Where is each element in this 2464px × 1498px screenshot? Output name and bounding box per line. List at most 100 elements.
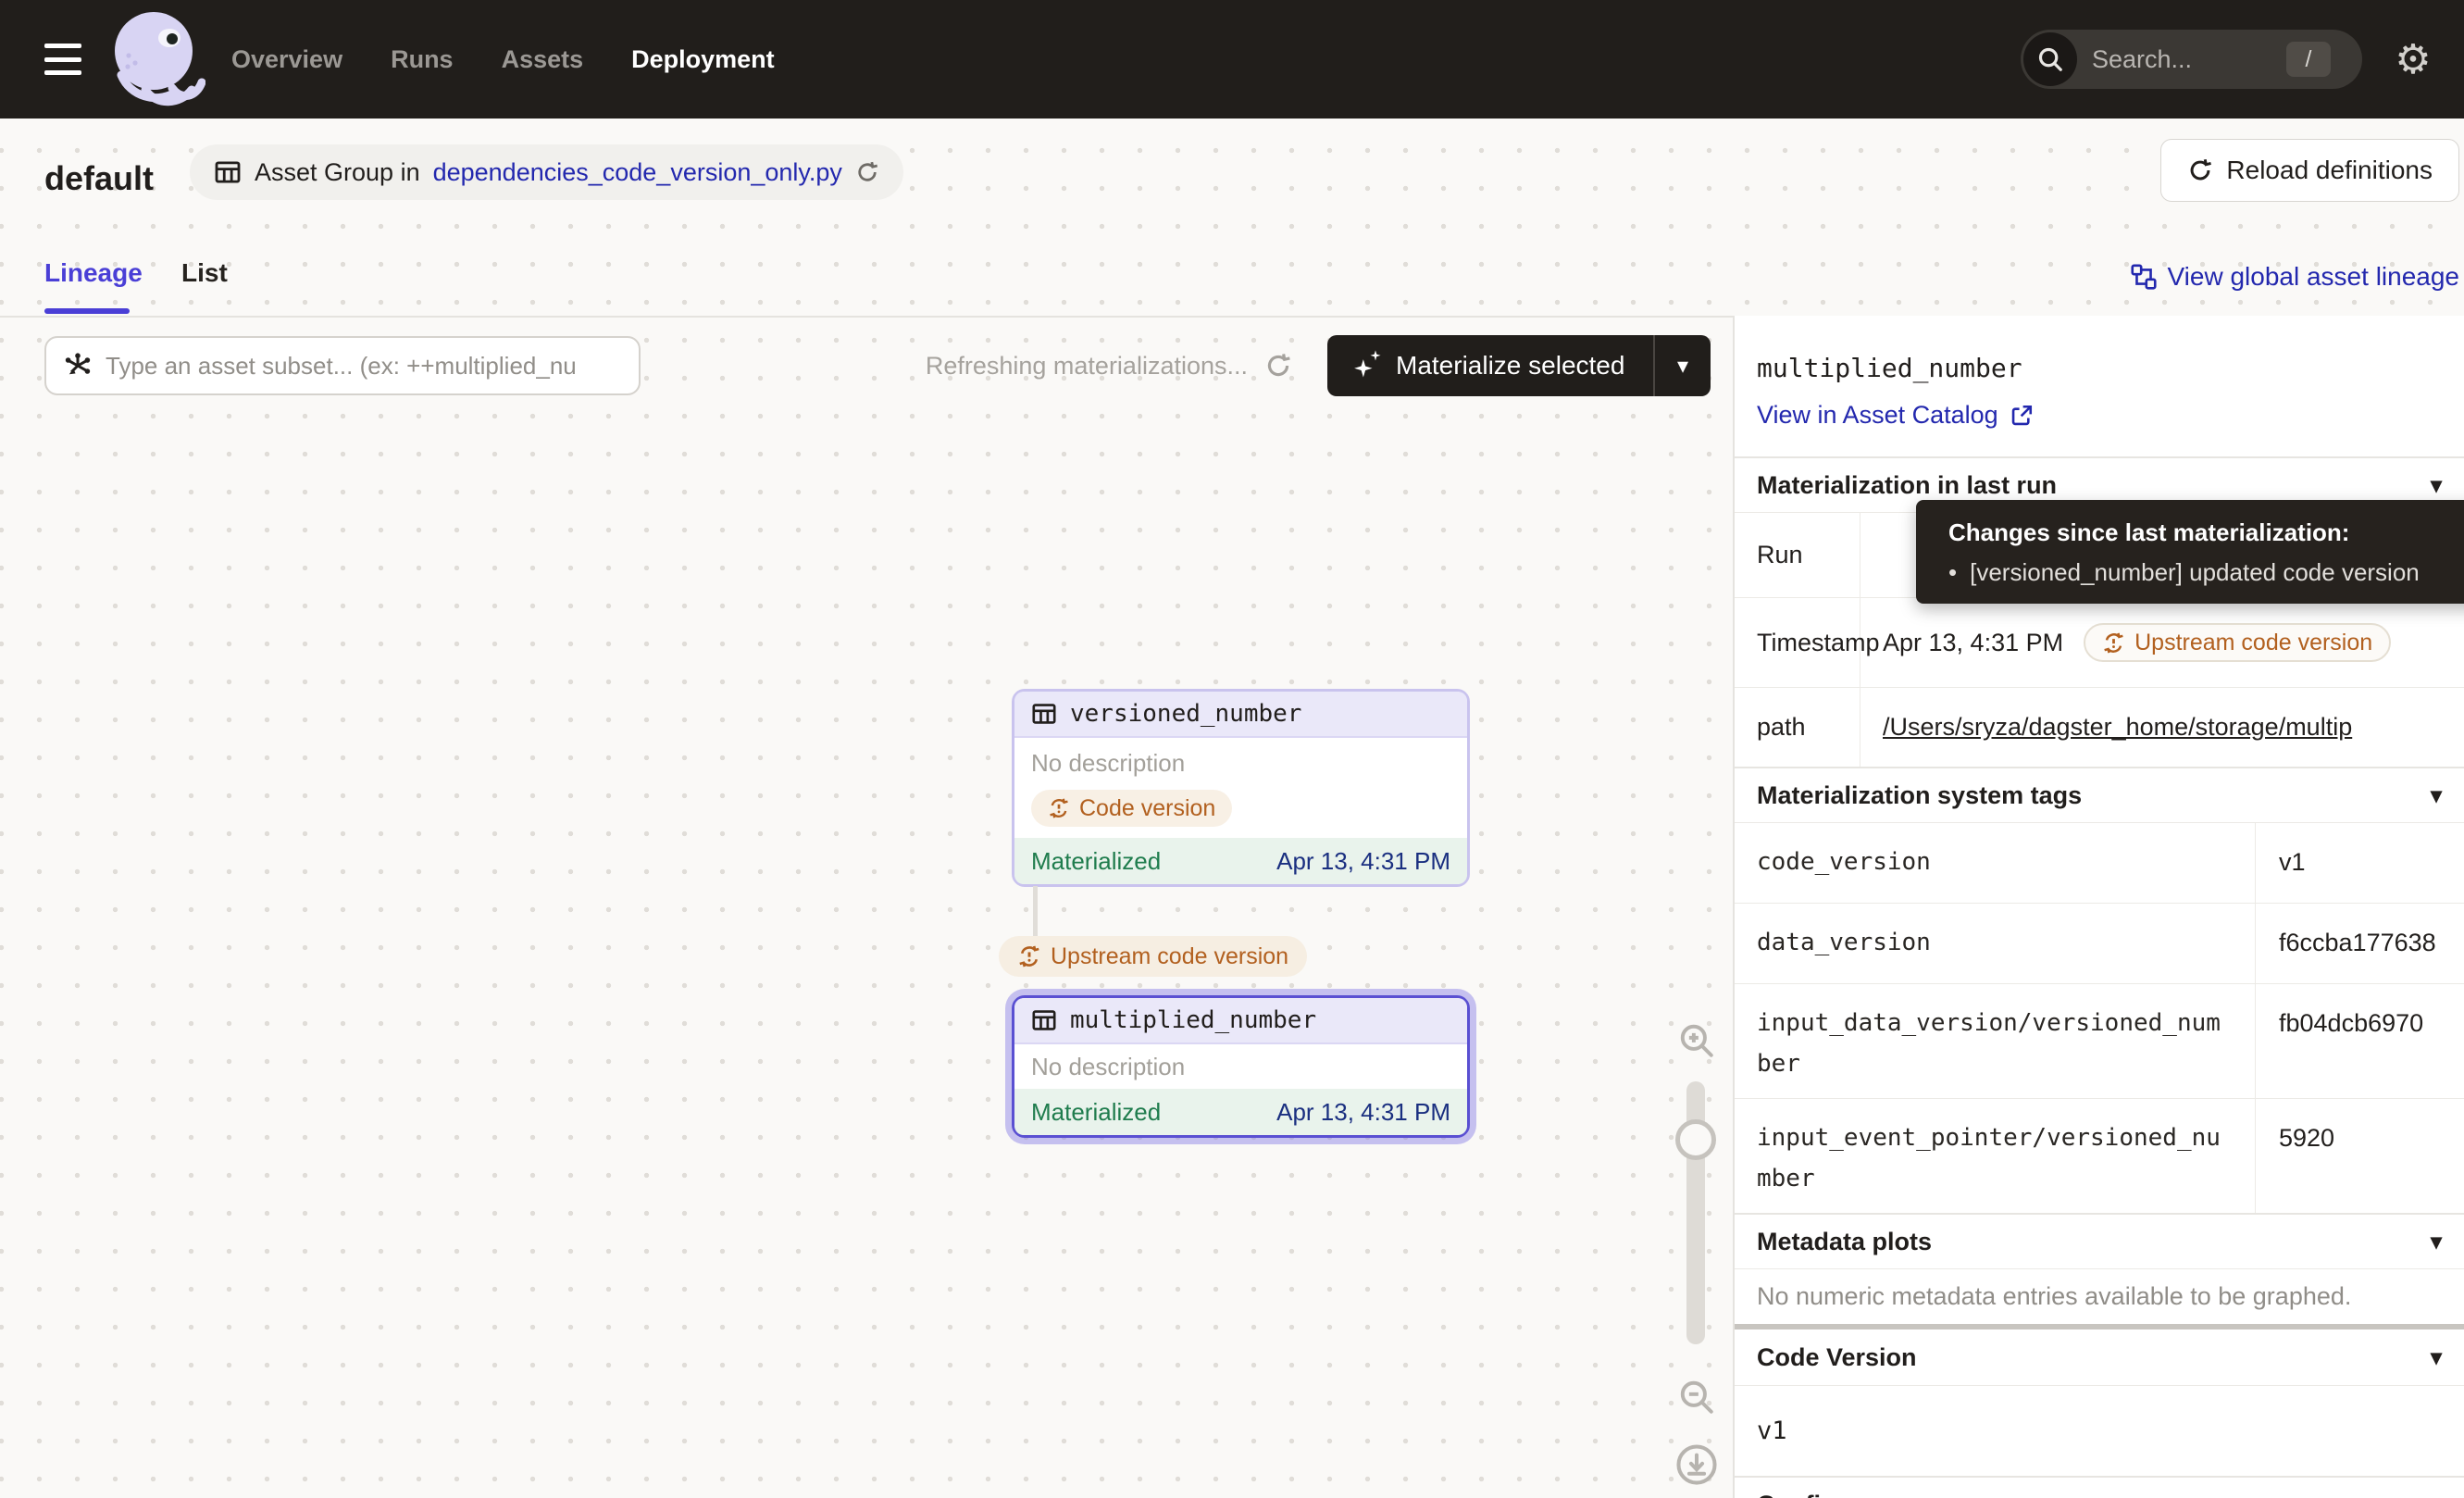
content-area: default Asset Group in dependencies_code…	[0, 119, 2464, 1498]
path-label: path	[1735, 688, 1860, 767]
nav-overview[interactable]: Overview	[231, 45, 342, 74]
upstream-code-version-tag[interactable]: Upstream code version	[999, 936, 1307, 977]
section-title: Materialization in last run	[1757, 471, 2057, 500]
tag-key: data_version	[1735, 904, 2256, 983]
sidebar-header: multiplied_number View in Asset Catalog	[1735, 316, 2464, 456]
node-status-bar: Materialized Apr 13, 4:31 PM	[1014, 838, 1467, 884]
external-link-icon	[2010, 404, 2034, 428]
nav-assets[interactable]: Assets	[502, 45, 584, 74]
menu-icon[interactable]	[44, 44, 81, 75]
section-config[interactable]: Config	[1735, 1476, 2464, 1498]
asset-table-icon	[1031, 701, 1057, 727]
tag-key: input_event_pointer/versioned_number	[1735, 1099, 2256, 1213]
lineage-edge	[1033, 886, 1038, 938]
bullet-glyph: •	[1948, 558, 1957, 587]
section-title: Materialization system tags	[1757, 781, 2082, 810]
materialize-dropdown-caret[interactable]: ▾	[1655, 353, 1711, 380]
search-shortcut-key: /	[2286, 42, 2331, 77]
dagster-app: Overview Runs Assets Deployment / ⚙ defa…	[0, 0, 2464, 1498]
tag-row-input-data-version: input_data_version/versioned_number fb04…	[1735, 983, 2464, 1098]
page-title: default	[44, 159, 154, 198]
asset-name: multiplied_number	[1070, 1006, 1316, 1034]
badge-label: Upstream code version	[2134, 630, 2372, 656]
tag-row-input-event-pointer: input_event_pointer/versioned_number 592…	[1735, 1098, 2464, 1213]
settings-gear-icon[interactable]: ⚙	[2362, 36, 2464, 83]
tooltip-item: [versioned_number] updated code version	[1970, 558, 2420, 587]
upstream-code-version-badge[interactable]: Upstream code version	[2084, 623, 2391, 662]
zoom-in-button[interactable]	[1677, 1021, 1716, 1060]
node-status-bar: Materialized Apr 13, 4:31 PM	[1014, 1089, 1467, 1135]
tooltip-title: Changes since last materialization:	[1948, 518, 2464, 547]
asset-node-multiplied-number[interactable]: multiplied_number No description Materia…	[1012, 995, 1470, 1138]
asset-group-file-link[interactable]: dependencies_code_version_only.py	[433, 158, 842, 187]
lineage-canvas[interactable]: Refreshing materializations... Materiali…	[0, 316, 1733, 1498]
nav-runs[interactable]: Runs	[391, 45, 454, 74]
refreshing-status: Refreshing materializations...	[870, 340, 1292, 392]
tab-lineage[interactable]: Lineage	[44, 258, 143, 288]
search-input[interactable]	[2092, 45, 2268, 74]
asset-table-icon	[1031, 1007, 1057, 1033]
search-box[interactable]: /	[2021, 30, 2362, 89]
refresh-icon[interactable]	[855, 160, 879, 184]
code-version-changed-icon	[1017, 944, 1041, 968]
section-title: Metadata plots	[1757, 1228, 1932, 1256]
section-materialization-system-tags[interactable]: Materialization system tags ▾	[1735, 767, 2464, 822]
asset-description: No description	[1014, 738, 1467, 788]
materialize-selected-label: Materialize selected	[1396, 351, 1624, 381]
code-version-tag[interactable]: Code version	[1031, 790, 1232, 827]
download-image-button[interactable]	[1675, 1443, 1718, 1486]
tag-value: 5920	[2256, 1099, 2334, 1213]
materialized-time: Apr 13, 4:31 PM	[1276, 1098, 1450, 1127]
section-code-version[interactable]: Code Version ▾	[1735, 1329, 2464, 1385]
collapse-caret-icon[interactable]: ▾	[2431, 782, 2442, 809]
path-link[interactable]: /Users/sryza/dagster_home/storage/multip	[1883, 713, 2352, 742]
catalog-link-label: View in Asset Catalog	[1757, 401, 1998, 430]
view-in-asset-catalog-link[interactable]: View in Asset Catalog	[1757, 401, 2034, 430]
section-title: Config	[1757, 1491, 1836, 1498]
code-version-changed-icon	[1048, 797, 1070, 819]
search-icon	[2023, 32, 2077, 86]
tag-row-code-version: code_version v1	[1735, 822, 2464, 903]
materialize-selected-button[interactable]: Materialize selected ▾	[1327, 335, 1711, 396]
asset-subset-filter[interactable]	[44, 336, 641, 395]
timestamp-value: Apr 13, 4:31 PM	[1883, 629, 2063, 657]
code-version-changed-icon	[2102, 631, 2125, 655]
tab-list[interactable]: List	[181, 258, 228, 288]
top-nav: Overview Runs Assets Deployment / ⚙	[0, 0, 2464, 119]
materialized-status: Materialized	[1031, 1098, 1161, 1127]
run-value	[1860, 513, 1883, 597]
timestamp-row: Timestamp Apr 13, 4:31 PM Upstream code …	[1735, 597, 2464, 687]
section-metadata-plots[interactable]: Metadata plots ▾	[1735, 1213, 2464, 1268]
asset-sidebar: multiplied_number View in Asset Catalog …	[1733, 316, 2464, 1498]
tag-value: v1	[2256, 823, 2306, 903]
tab-active-underline	[44, 308, 130, 314]
collapse-caret-icon[interactable]: ▾	[2431, 1229, 2442, 1255]
node-tag-row: Code version	[1014, 788, 1467, 838]
metadata-plots-empty-text: No numeric metadata entries available to…	[1735, 1268, 2464, 1324]
node-header: multiplied_number	[1014, 998, 1467, 1044]
nav-items: Overview Runs Assets Deployment	[231, 45, 775, 74]
materialized-status: Materialized	[1031, 847, 1161, 876]
changes-tooltip: Changes since last materialization: • [v…	[1916, 500, 2464, 604]
path-row: path /Users/sryza/dagster_home/storage/m…	[1735, 687, 2464, 767]
collapse-caret-icon[interactable]: ▾	[2431, 1344, 2442, 1371]
zoom-slider-thumb[interactable]	[1675, 1119, 1716, 1160]
collapse-caret-icon[interactable]: ▾	[2431, 472, 2442, 499]
dagster-logo-icon[interactable]	[102, 7, 205, 111]
refresh-materializations-icon[interactable]	[1264, 352, 1292, 380]
asset-subset-input[interactable]	[106, 352, 622, 381]
reload-definitions-button[interactable]: Reload definitions	[2160, 139, 2459, 202]
asset-group-breadcrumb[interactable]: Asset Group in dependencies_code_version…	[190, 144, 903, 200]
asset-table-icon	[214, 158, 242, 186]
tabs-row: Lineage List View global asset lineage	[0, 242, 2464, 316]
nav-deployment[interactable]: Deployment	[631, 45, 775, 74]
view-global-asset-lineage-link[interactable]: View global asset lineage	[2131, 262, 2459, 292]
tag-key: input_data_version/versioned_number	[1735, 984, 2256, 1098]
code-version-tag-label: Code version	[1079, 795, 1215, 822]
zoom-out-button[interactable]	[1677, 1378, 1716, 1417]
asset-node-versioned-number[interactable]: versioned_number No description Code ver…	[1012, 689, 1470, 887]
sidebar-asset-title: multiplied_number	[1757, 353, 2022, 383]
timestamp-label: Timestamp	[1735, 598, 1860, 687]
tag-value: f6ccba177638	[2256, 904, 2436, 983]
refreshing-label: Refreshing materializations...	[926, 352, 1248, 381]
